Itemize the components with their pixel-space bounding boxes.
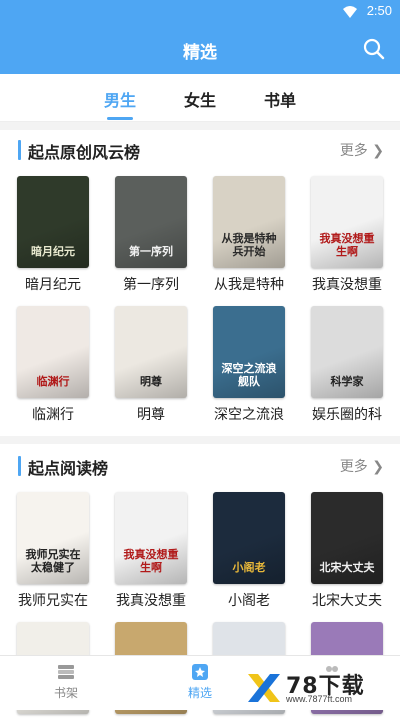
cover-title: 第一序列 (129, 245, 173, 258)
book-title: 我真没想重 (312, 277, 382, 293)
chevron-right-icon: ❯ (372, 143, 384, 159)
section-title: 起点阅读榜 (28, 459, 109, 478)
search-icon[interactable] (362, 37, 386, 61)
tab-booklist[interactable]: 书单 (264, 87, 296, 111)
book-cover[interactable]: 科学家 (311, 306, 383, 398)
book-item[interactable]: 从我是特种兵开始从我是特种 (213, 176, 285, 294)
book-cover[interactable]: 明尊 (115, 306, 187, 398)
book-cover[interactable]: 小阁老 (213, 492, 285, 584)
book-title: 从我是特种 (214, 277, 284, 293)
cover-title: 临渊行 (36, 375, 70, 388)
book-cover[interactable]: 第一序列 (115, 176, 187, 268)
cover-title: 我真没想重生啊 (123, 548, 179, 574)
watermark-logo: 78下载 www.7877ft.com (246, 668, 396, 708)
section-title: 起点原创风云榜 (28, 143, 141, 162)
section-accent-bar (18, 140, 21, 160)
cover-title: 从我是特种兵开始 (221, 232, 277, 258)
section-header-rank: 起点原创风云榜 更多 ❯ (0, 130, 400, 170)
more-label: 更多 (339, 143, 368, 159)
x-logo-icon (248, 674, 280, 702)
book-cover[interactable]: 我真没想重生啊 (311, 176, 383, 268)
book-item[interactable]: 我真没想重生啊我真没想重 (115, 492, 187, 610)
book-cover[interactable]: 北宋大丈夫 (311, 492, 383, 584)
book-cover[interactable]: 我师兄实在太稳健了 (17, 492, 89, 584)
book-item[interactable]: 第一序列 第一序列 (115, 176, 187, 294)
bookshelf-icon (58, 665, 74, 679)
cover-title: 深空之流浪舰队 (221, 362, 277, 388)
cover-title: 我真没想重生啊 (319, 232, 375, 258)
status-bar: 2:50 (0, 0, 400, 24)
status-time: 2:50 (366, 3, 392, 18)
book-item[interactable]: 我师兄实在太稳健了我师兄实在 (17, 492, 89, 610)
cover-title: 北宋大丈夫 (319, 561, 375, 574)
book-title: 娱乐圈的科 (312, 407, 382, 423)
nav-label: 精选 (187, 686, 212, 700)
watermark-url: www.7877ft.com (286, 694, 353, 704)
nav-bookshelf[interactable]: 书架 (26, 664, 106, 701)
section-header-reading: 起点阅读榜 更多 ❯ (0, 446, 400, 486)
book-item[interactable]: 明尊 明尊 (115, 306, 187, 424)
category-tabs: 男生 女生 书单 (0, 74, 400, 122)
nav-featured[interactable]: 精选 (160, 664, 240, 701)
cover-title: 小阁老 (232, 561, 266, 574)
book-title: 北宋大丈夫 (312, 593, 382, 609)
book-title: 临渊行 (32, 407, 74, 423)
section-accent-bar (18, 456, 21, 476)
book-cover[interactable]: 暗月纪元 (17, 176, 89, 268)
book-cover[interactable]: 我真没想重生啊 (115, 492, 187, 584)
active-tab-indicator (107, 117, 133, 120)
page-title: 精选 (183, 43, 217, 63)
cover-title: 我师兄实在太稳健了 (25, 548, 81, 574)
book-title: 我真没想重 (116, 593, 186, 609)
more-link[interactable]: 更多 ❯ (340, 456, 384, 476)
section-divider (0, 122, 400, 130)
book-item[interactable]: 小阁老 小阁老 (213, 492, 285, 610)
more-link[interactable]: 更多 ❯ (340, 140, 384, 160)
book-cover[interactable]: 深空之流浪舰队 (213, 306, 285, 398)
book-title: 小阁老 (228, 593, 270, 609)
book-item[interactable]: 北宋大丈夫 北宋大丈夫 (311, 492, 383, 610)
cover-title: 科学家 (330, 375, 364, 388)
chevron-right-icon: ❯ (372, 459, 384, 475)
book-title: 第一序列 (123, 277, 179, 293)
book-item[interactable]: 暗月纪元 暗月纪元 (17, 176, 89, 294)
book-title: 明尊 (137, 407, 165, 423)
book-item[interactable]: 深空之流浪舰队深空之流浪 (213, 306, 285, 424)
book-item[interactable]: 临渊行 临渊行 (17, 306, 89, 424)
nav-label: 书架 (53, 686, 78, 700)
book-item[interactable]: 我真没想重生啊我真没想重 (311, 176, 383, 294)
book-cover[interactable]: 从我是特种兵开始 (213, 176, 285, 268)
book-title: 暗月纪元 (25, 277, 81, 293)
section-divider (0, 436, 400, 444)
more-label: 更多 (339, 459, 368, 475)
book-title: 深空之流浪 (214, 407, 284, 423)
tab-male[interactable]: 男生 (104, 87, 136, 111)
book-item[interactable]: 科学家 娱乐圈的科 (311, 306, 383, 424)
star-icon (192, 664, 208, 680)
book-cover[interactable]: 临渊行 (17, 306, 89, 398)
cover-title: 暗月纪元 (31, 245, 75, 258)
book-title: 我师兄实在 (18, 593, 88, 609)
cover-title: 明尊 (140, 375, 162, 388)
wifi-icon (343, 6, 357, 18)
tab-female[interactable]: 女生 (184, 87, 216, 111)
app-bar: 精选 (0, 24, 400, 74)
